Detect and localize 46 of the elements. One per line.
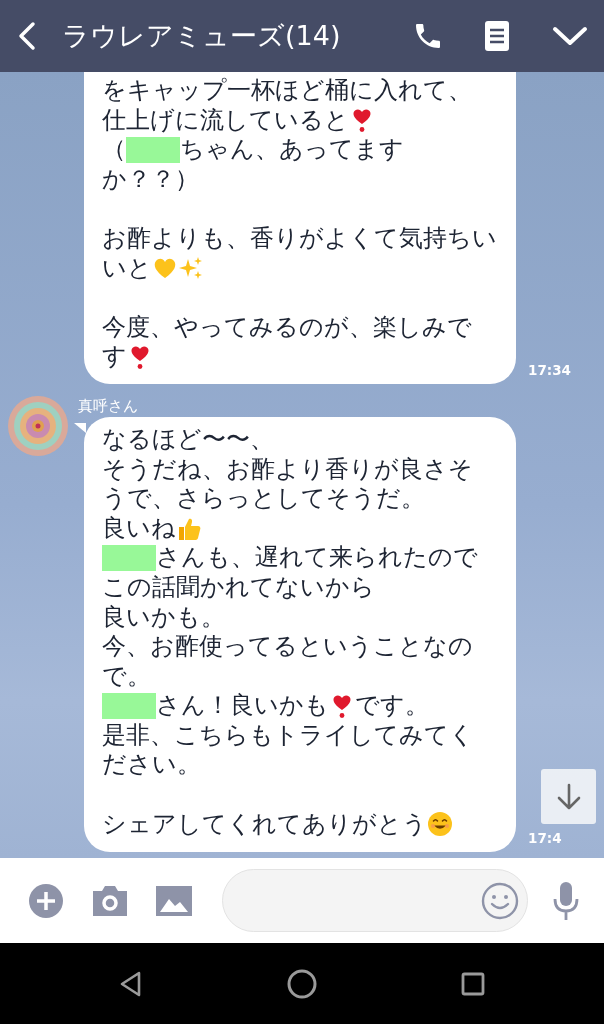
message-text: す [102,342,127,372]
avatar [8,395,68,456]
message-text: シェアしてくれてありがとう [102,809,427,840]
message-text: 良いかも。 [102,602,225,633]
message-text: この話聞かれてないから [102,572,375,603]
camera-icon[interactable] [92,884,128,917]
chat-title: ラウレアミューズ(14) [62,18,342,53]
scroll-down-button[interactable] [541,769,596,824]
home-icon[interactable] [286,967,318,1000]
message-text: うで、さらっとしてそうだ。 [102,484,425,514]
message-text: なるほど〜〜、 [102,424,274,455]
message-text: 是非、こちらもトライしてみてく [102,720,474,751]
emoji-button[interactable] [481,881,519,920]
back-icon [16,20,38,52]
message-text: お酢よりも、香りがよくて気持ちい [102,223,497,254]
message-text: です。 [355,691,429,721]
chevron-down-icon[interactable] [552,25,588,47]
recents-icon[interactable] [460,971,485,996]
message-time: 17:34 [528,360,571,380]
message-text: 良いね [102,513,176,544]
message-text: さん！良いかも [156,691,329,721]
message-text: ちゃん、あってます [180,135,404,165]
message-text: いと [102,253,152,284]
redaction-mark [126,137,180,163]
add-icon[interactable] [28,882,64,919]
message-text: ださい。 [102,750,201,781]
message-text: をキャップ一杯ほど桶に入れて、 [102,76,472,106]
note-icon[interactable] [484,20,510,52]
message-text: さんも、遅れて来られたので [156,543,478,573]
message-text: 仕上げに流していると [102,105,349,136]
sender-name: 真呼さん [78,396,139,416]
image-icon[interactable] [156,884,192,917]
message-text: （ [102,135,126,165]
redaction-mark [102,693,156,720]
back-button[interactable] [16,20,38,52]
smiley-icon [481,881,519,920]
message-text: 今度、やってみるのが、楽しみで [102,312,472,343]
redaction-mark [102,545,156,572]
message-text: か？？） [102,164,199,195]
message-text: そうだね、お酢より香りが良さそ [102,454,473,485]
message-text: 今、お酢使ってるということなの [102,632,473,662]
microphone-icon[interactable] [552,880,580,921]
arrow-down-icon [555,781,582,812]
message-text: で。 [102,661,151,692]
smiling-face-icon [427,811,453,838]
message-time: 17:4 [528,829,562,848]
